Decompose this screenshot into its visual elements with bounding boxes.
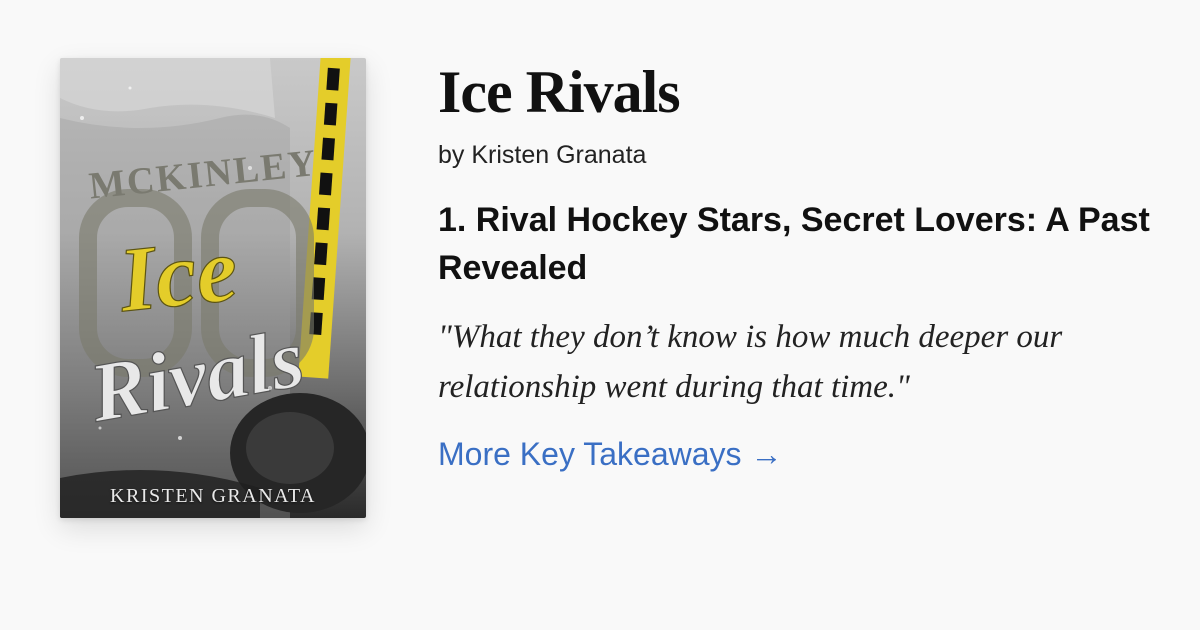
book-cover: MCKINLEY Ice Rivals KRISTEN GRANATA (60, 58, 366, 518)
more-key-takeaways-link[interactable]: More Key Takeaways → (438, 434, 782, 474)
takeaway-quote: "What they don’t know is how much deeper… (438, 319, 1063, 405)
book-author: by Kristen Granata (438, 141, 647, 169)
book-title: Ice Rivals (438, 59, 681, 125)
cover-art: MCKINLEY Ice Rivals (60, 58, 366, 518)
takeaway-title: 1. Rival Hockey Stars, Secret Lovers: A … (438, 201, 1150, 287)
cover-title-line1: Ice (113, 217, 241, 331)
book-info: Ice Rivals by Kristen Granata 1. Rival H… (438, 56, 1168, 474)
cover-author: KRISTEN GRANATA (110, 485, 316, 507)
